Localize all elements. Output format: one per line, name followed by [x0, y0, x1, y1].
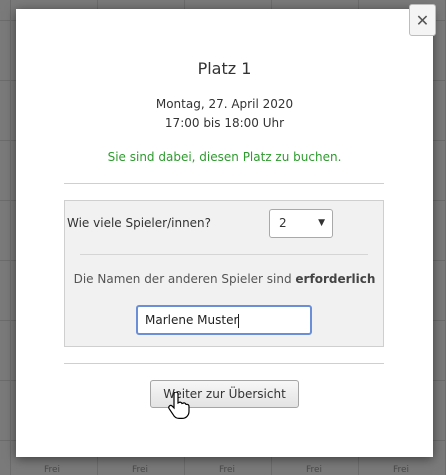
names-label-text: Die Namen der anderen Spieler sind — [73, 272, 292, 286]
booking-time: 17:00 bis 18:00 Uhr — [164, 116, 285, 130]
players-label: Wie viele Spieler/innen? — [67, 216, 212, 230]
divider — [64, 183, 384, 184]
players-select[interactable]: 2 ▼ — [269, 209, 333, 238]
names-label: Die Namen der anderen Spieler sind erfor… — [16, 272, 433, 286]
bg-cell-label: Frei — [43, 465, 61, 475]
player-name-input[interactable]: Marlene Muster — [136, 305, 312, 335]
bg-cell-label: Frei — [218, 465, 236, 475]
players-select-value: 2 — [279, 216, 287, 230]
names-label-required: erforderlich — [295, 272, 376, 286]
close-button[interactable]: ✕ — [409, 4, 436, 36]
bg-cell-label: Frei — [305, 465, 323, 475]
booking-notice: Sie sind dabei, diesen Platz zu buchen. — [107, 150, 342, 164]
divider — [64, 363, 384, 364]
text-caret — [238, 313, 240, 328]
dialog-title: Platz 1 — [197, 59, 252, 78]
booking-dialog: Platz 1 Montag, 27. April 2020 17:00 bis… — [16, 9, 433, 457]
hand-cursor-icon — [168, 392, 190, 419]
player-name-value: Marlene Muster — [145, 313, 239, 327]
bg-cell-label: Frei — [131, 465, 149, 475]
close-icon: ✕ — [415, 10, 430, 30]
panel-divider — [80, 254, 368, 255]
bg-cell-label: Frei — [392, 465, 410, 475]
chevron-down-icon: ▼ — [318, 218, 325, 228]
booking-date: Montag, 27. April 2020 — [155, 97, 294, 111]
